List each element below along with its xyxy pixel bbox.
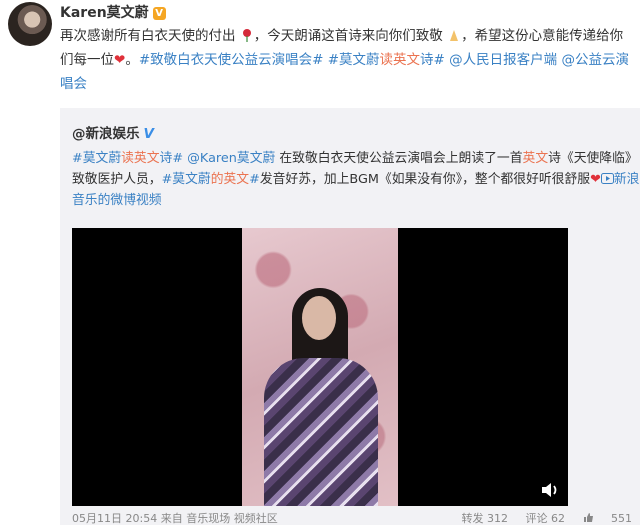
mention-link[interactable]: @人民日报客户端	[449, 52, 557, 68]
hashtag-part[interactable]: 读	[380, 52, 394, 68]
hashtag-part[interactable]: #莫文蔚	[328, 52, 380, 68]
video-icon	[600, 173, 614, 184]
hashtag-link[interactable]: #莫文蔚的英文#	[162, 172, 260, 187]
repost-text-3: 发音好苏，加上BGM《如果没有你》，整个都很好听很舒服	[259, 172, 591, 187]
hashtag-part[interactable]: 英文	[134, 151, 160, 166]
avatar[interactable]	[8, 2, 52, 46]
hashtag-link[interactable]: #莫文蔚读英文诗#	[72, 151, 183, 166]
repost-stats: 转发 312 评论 62 551	[448, 510, 633, 526]
heart-icon: ❤	[114, 52, 126, 68]
hashtag-part[interactable]: #	[249, 172, 260, 187]
video-player[interactable]	[72, 228, 568, 506]
rose-icon	[242, 29, 251, 42]
repost-card: @新浪娱乐 V #莫文蔚读英文诗# @Karen莫文蔚 在致敬白衣天使公益云演唱会…	[60, 108, 640, 525]
highlight-text: 英文	[522, 151, 549, 166]
post-text-2: ，今天朗诵这首诗来向你们致敬	[253, 28, 443, 44]
author-name[interactable]: Karen莫文蔚 V	[60, 2, 166, 22]
heart-icon: ❤	[590, 172, 601, 187]
hashtag-part[interactable]: #莫文蔚	[72, 151, 121, 166]
post-time[interactable]: 05月11日 20:54	[72, 512, 157, 525]
volume-icon[interactable]	[540, 482, 560, 498]
like-count[interactable]: 551	[611, 512, 632, 525]
post-text-4: 。	[125, 52, 139, 68]
praying-hands-icon	[450, 30, 459, 41]
hashtag-part[interactable]: #莫文蔚	[162, 172, 211, 187]
hashtag-part[interactable]: 诗#	[420, 52, 445, 68]
video-frame	[242, 228, 398, 506]
post-text: 再次感谢所有白衣天使的付出 ，今天朗诵这首诗来向你们致敬 ，希望这份心意能传递给…	[60, 24, 636, 96]
hashtag-part[interactable]: 的	[211, 172, 224, 187]
repost-author[interactable]: @新浪娱乐 V	[72, 122, 154, 142]
repost-author-name[interactable]: @新浪娱乐	[72, 126, 140, 142]
post-source: 来自 音乐现场	[160, 512, 231, 525]
post-text-1: 再次感谢所有白衣天使的付出	[60, 28, 236, 44]
repost-count-button[interactable]: 转发 312	[462, 512, 509, 525]
hashtag-part[interactable]: 读	[121, 151, 134, 166]
verified-icon: V	[152, 7, 166, 20]
hashtag-part[interactable]: 诗#	[160, 151, 184, 166]
like-button[interactable]: 551	[583, 512, 632, 525]
thumbs-up-icon	[583, 513, 593, 522]
repost-text: #莫文蔚读英文诗# @Karen莫文蔚 在致敬白衣天使公益云演唱会上朗读了一首英…	[72, 148, 640, 211]
person-face	[302, 296, 336, 340]
hashtag-link[interactable]: #致敬白衣天使公益云演唱会#	[139, 52, 324, 68]
verified-icon: V	[143, 126, 154, 142]
hashtag-link[interactable]: #莫文蔚读英文诗#	[328, 52, 445, 68]
comment-count-button[interactable]: 评论 62	[526, 512, 566, 525]
repost-text-1: 在致敬白衣天使公益云演唱会上朗读了一首	[275, 151, 523, 166]
person-body	[264, 358, 378, 506]
author-name-text[interactable]: Karen莫文蔚	[60, 5, 149, 21]
mention-link[interactable]: @Karen莫文蔚	[187, 151, 275, 166]
hashtag-part[interactable]: 英文	[393, 52, 420, 68]
hashtag-part[interactable]: 英文	[224, 172, 250, 187]
repost-meta: 05月11日 20:54 来自 音乐现场 视频社区	[72, 510, 278, 526]
source-link[interactable]: 视频社区	[234, 512, 278, 525]
